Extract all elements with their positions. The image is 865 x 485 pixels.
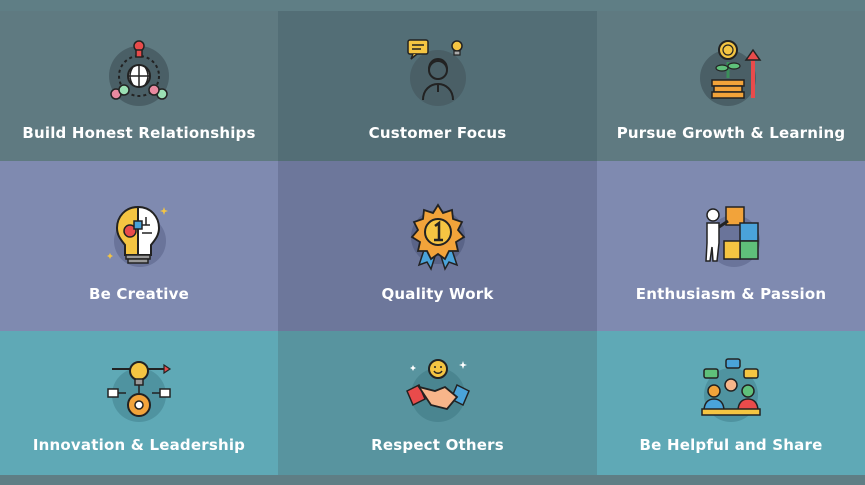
tile-innovation-leadership: Innovation & Leadership: [0, 331, 278, 475]
creative-bulb-icon: [104, 201, 174, 271]
tile-label: Be Creative: [89, 285, 189, 303]
tile-pursue-growth: Pursue Growth & Learning: [597, 11, 865, 161]
tile-enthusiasm-passion: Enthusiasm & Passion: [597, 161, 865, 331]
puzzle-person-icon: [696, 201, 766, 271]
tile-label: Customer Focus: [368, 124, 507, 142]
values-grid: Build Honest Relationships Customer Focu…: [0, 11, 865, 475]
tile-label: Enthusiasm & Passion: [635, 285, 827, 303]
tile-label: Pursue Growth & Learning: [616, 124, 846, 142]
tile-label: Respect Others: [371, 436, 504, 454]
customer-support-icon: [403, 36, 473, 106]
award-badge-icon: [403, 201, 473, 271]
bulb-gear-icon: [104, 355, 174, 425]
tile-respect-others: Respect Others: [278, 331, 597, 475]
tile-quality-work: Quality Work: [278, 161, 597, 331]
network-globe-icon: [104, 36, 174, 106]
tile-be-creative: Be Creative: [0, 161, 278, 331]
coin-growth-icon: [696, 36, 766, 106]
tile-label: Build Honest Relationships: [22, 124, 256, 142]
tile-customer-focus: Customer Focus: [278, 11, 597, 161]
tile-build-honest-relationships: Build Honest Relationships: [0, 11, 278, 161]
tile-label: Innovation & Leadership: [32, 436, 246, 454]
team-chat-icon: [696, 355, 766, 425]
handshake-icon: [403, 355, 473, 425]
tile-be-helpful: Be Helpful and Share: [597, 331, 865, 475]
tile-label: Be Helpful and Share: [639, 436, 823, 454]
tile-label: Quality Work: [381, 285, 494, 303]
